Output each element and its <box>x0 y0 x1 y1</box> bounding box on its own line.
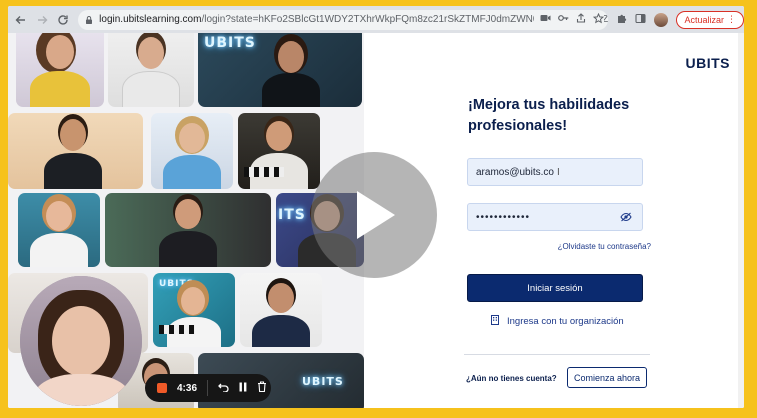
no-account-text: ¿Aún no tienes cuenta? <box>466 374 557 383</box>
photo-tile <box>108 33 194 107</box>
presenter-webcam <box>20 276 142 406</box>
eye-off-icon[interactable] <box>620 212 632 222</box>
sidepanel-icon[interactable] <box>635 13 647 27</box>
recording-time: 4:36 <box>177 382 198 394</box>
play-button[interactable] <box>311 152 437 278</box>
undo-icon[interactable] <box>218 382 229 395</box>
share-icon[interactable] <box>576 12 586 27</box>
camera-icon[interactable] <box>540 13 551 27</box>
photo-tile <box>16 33 104 107</box>
org-login-label: Ingresa con tu organización <box>507 316 624 327</box>
lock-icon[interactable] <box>84 15 94 25</box>
org-login-link[interactable]: Ingresa con tu organización <box>491 315 624 328</box>
url-host: login.ubitslearning.com <box>99 14 202 25</box>
photo-tile: UBITS <box>198 33 362 107</box>
address-bar[interactable]: login.ubitslearning.com/login?state=hKFo… <box>78 9 609 30</box>
forward-icon[interactable] <box>35 12 50 28</box>
update-button[interactable]: Actualizar ⋮ <box>676 10 744 29</box>
play-icon <box>357 191 395 239</box>
pause-icon[interactable] <box>239 382 247 395</box>
email-value: aramos@ubits.co <box>476 166 554 178</box>
signin-button[interactable]: Iniciar sesión <box>467 274 643 302</box>
trash-icon[interactable] <box>257 381 267 395</box>
photo-tile <box>238 113 320 189</box>
scrollbar[interactable] <box>738 33 744 408</box>
start-now-button[interactable]: Comienza ahora <box>567 367 647 388</box>
profile-avatar[interactable] <box>654 12 669 27</box>
recording-controls: 4:36 <box>145 374 271 402</box>
browser-toolbar: login.ubitslearning.com/login?state=hKFo… <box>8 6 744 33</box>
divider <box>207 380 209 396</box>
photo-tile: UBITS <box>153 273 235 347</box>
text-cursor: I <box>556 166 560 178</box>
neon-logo: UBITS <box>302 375 344 388</box>
photo-tile <box>240 273 322 347</box>
menu-icon[interactable]: ⋮ <box>727 14 736 25</box>
building-icon <box>491 315 499 328</box>
password-value: •••••••••••• <box>476 211 531 223</box>
logo-text: UBITS <box>685 55 730 71</box>
reload-icon[interactable] <box>55 12 70 28</box>
stop-icon[interactable] <box>157 383 167 393</box>
star-icon[interactable] <box>593 12 605 27</box>
photo-tile <box>8 113 143 189</box>
forgot-password-link[interactable]: ¿Olvidaste tu contraseña? <box>558 242 651 251</box>
photo-tile <box>105 193 271 267</box>
update-label: Actualizar <box>684 14 724 25</box>
neon-logo: ITS <box>278 207 306 223</box>
password-field[interactable]: •••••••••••• <box>467 203 643 231</box>
photo-tile <box>18 193 100 267</box>
email-field[interactable]: aramos@ubits.co I <box>467 158 643 186</box>
address-bar-actions <box>534 12 605 27</box>
page-title: ¡Mejora tus habilidades profesionales! <box>468 97 630 134</box>
back-icon[interactable] <box>14 12 29 28</box>
neon-logo: UBITS <box>204 35 256 51</box>
extensions-icon[interactable] <box>616 13 627 27</box>
screen: login.ubitslearning.com/login?state=hKFo… <box>8 6 744 408</box>
divider <box>464 354 650 355</box>
photo-tile <box>151 113 233 189</box>
ubits-logo[interactable]: UBITS <box>686 55 731 71</box>
key-icon[interactable] <box>558 13 569 27</box>
toolbar-right: Actualizar ⋮ <box>616 10 744 29</box>
